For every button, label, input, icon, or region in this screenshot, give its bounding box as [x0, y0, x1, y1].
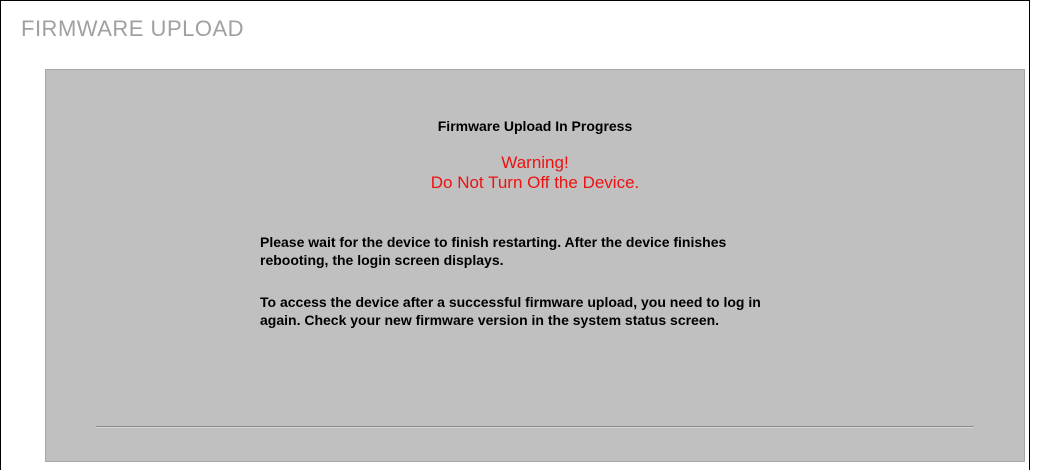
restart-instructions: Please wait for the device to finish res… — [260, 234, 727, 268]
status-heading: Firmware Upload In Progress — [437, 118, 633, 134]
window-frame: FIRMWARE UPLOAD Firmware Upload In Progr… — [0, 0, 1030, 470]
upload-status-panel: Firmware Upload In Progress Warning! Do … — [45, 69, 1025, 462]
warning-message: Do Not Turn Off the Device. — [430, 173, 640, 192]
page-title: FIRMWARE UPLOAD — [21, 16, 245, 41]
warning-label: Warning! — [501, 153, 569, 172]
login-instructions: To access the device after a successful … — [260, 294, 761, 328]
divider — [96, 426, 974, 428]
